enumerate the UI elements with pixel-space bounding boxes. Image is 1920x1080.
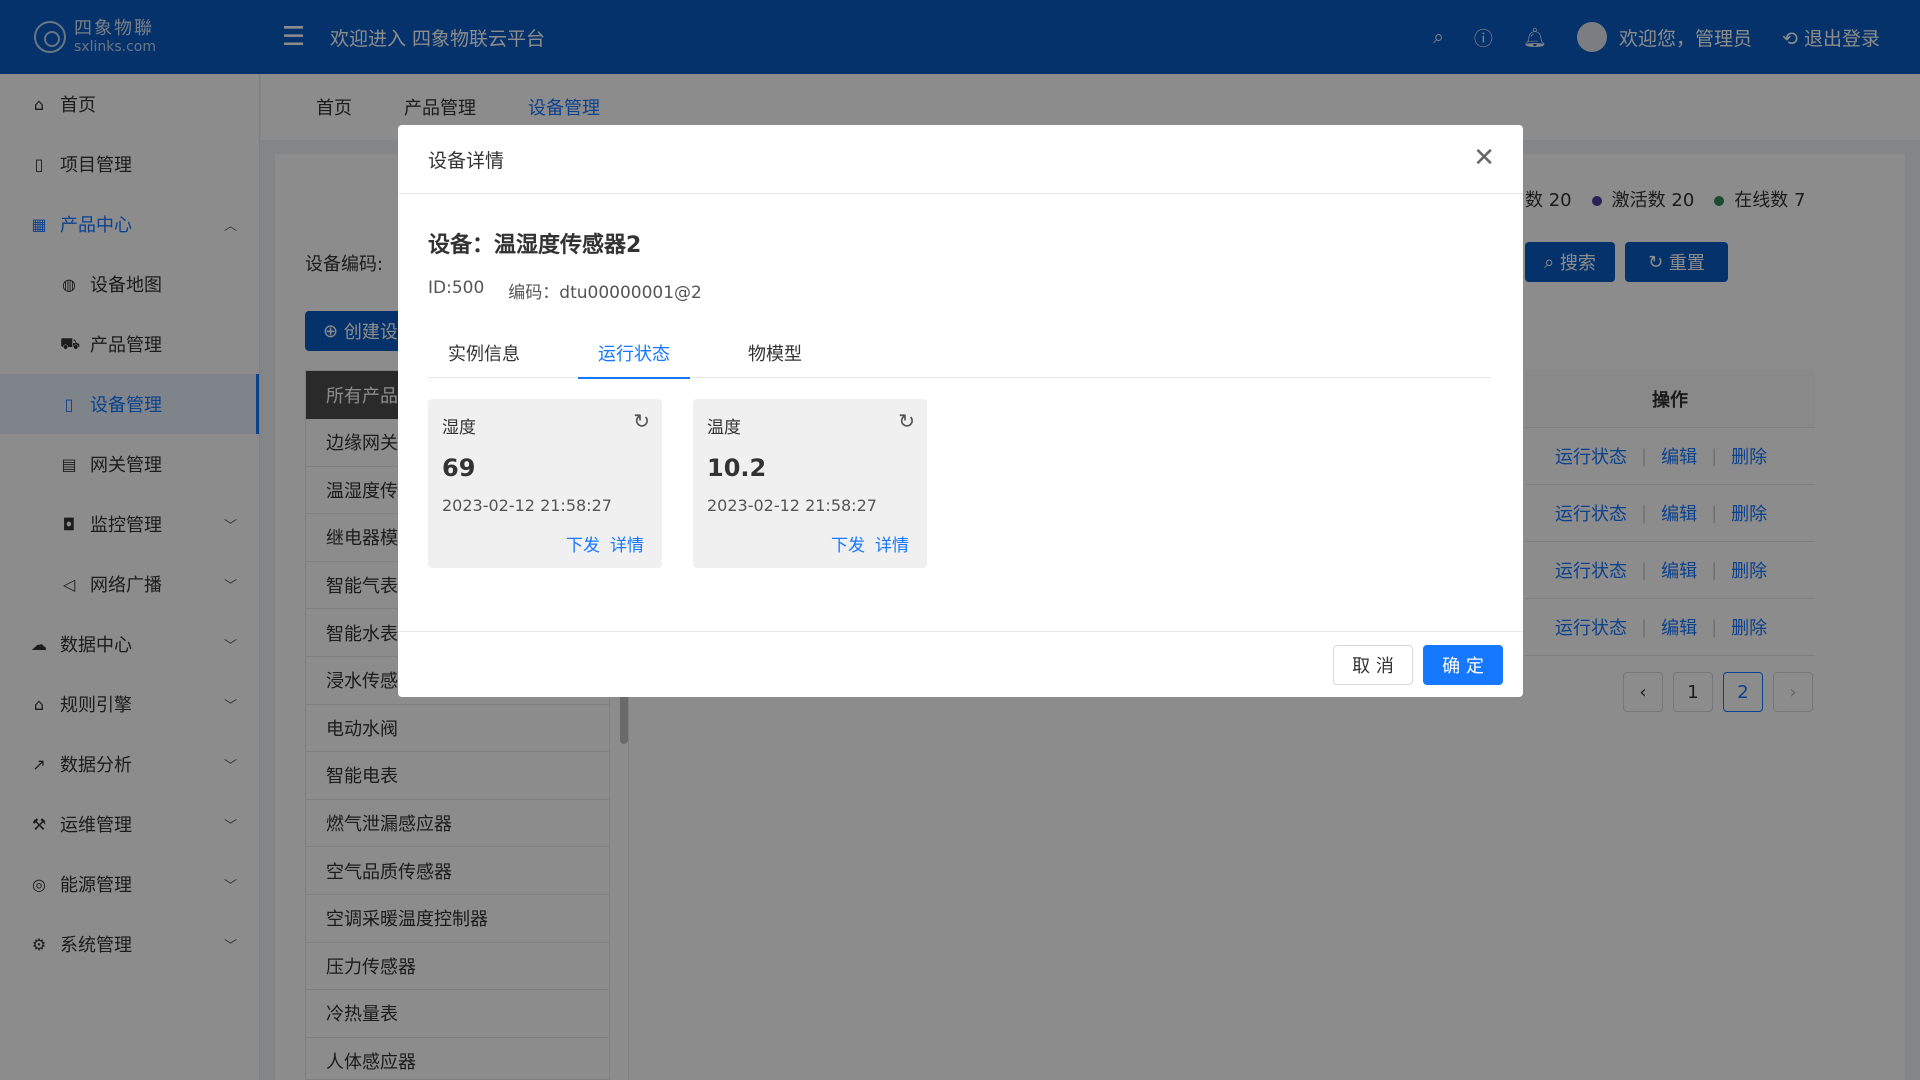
card-time: 2023-02-12 21:58:27 (442, 496, 612, 515)
detail-link[interactable]: 详情 (610, 531, 644, 556)
card-value: 10.2 (707, 454, 767, 482)
card-value: 69 (442, 454, 476, 482)
modal-footer: 取 消 确 定 (398, 631, 1523, 697)
property-card-humidity: 湿度 ↻ 69 2023-02-12 21:58:27 下发 详情 (428, 399, 662, 568)
card-title: 温度 (707, 418, 741, 438)
device-code: 编码：dtu00000001@2 (508, 283, 702, 303)
device-meta: ID:500 编码：dtu00000001@2 (428, 278, 702, 303)
send-link[interactable]: 下发 (831, 531, 865, 556)
close-icon[interactable]: ✕ (1473, 145, 1495, 171)
modal-title: 设备详情 (428, 149, 505, 172)
detail-link[interactable]: 详情 (875, 531, 909, 556)
tab-thing-model[interactable]: 物模型 (728, 328, 822, 378)
modal-header: 设备详情 ✕ (398, 125, 1523, 194)
card-time: 2023-02-12 21:58:27 (707, 496, 877, 515)
modal-tabs: 实例信息 运行状态 物模型 (428, 328, 1491, 379)
tab-instance-info[interactable]: 实例信息 (428, 328, 540, 378)
refresh-icon[interactable]: ↻ (898, 411, 915, 431)
send-link[interactable]: 下发 (566, 531, 600, 556)
device-title: 设备：温湿度传感器2 (428, 233, 642, 258)
cancel-button[interactable]: 取 消 (1333, 645, 1413, 685)
confirm-button[interactable]: 确 定 (1423, 645, 1503, 685)
card-title: 湿度 (442, 418, 476, 438)
device-detail-modal: 设备详情 ✕ 设备：温湿度传感器2 ID:500 编码：dtu00000001@… (398, 125, 1523, 697)
device-id: ID:500 (428, 278, 485, 298)
property-card-temperature: 温度 ↻ 10.2 2023-02-12 21:58:27 下发 详情 (693, 399, 927, 568)
tab-run-status[interactable]: 运行状态 (578, 328, 690, 379)
refresh-icon[interactable]: ↻ (633, 411, 650, 431)
